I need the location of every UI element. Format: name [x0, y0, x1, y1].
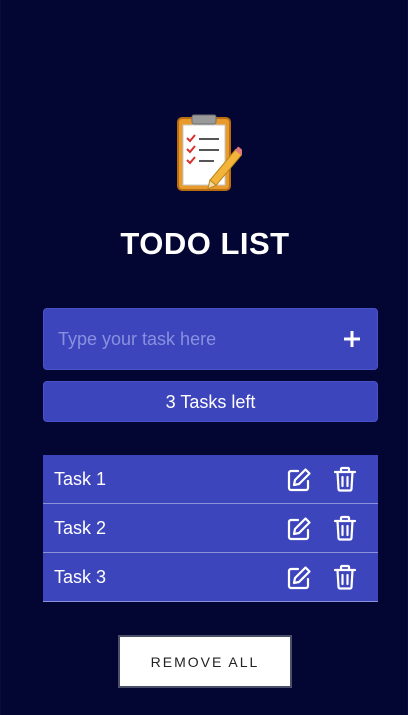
page-title: TODO LIST — [120, 226, 290, 261]
add-task-button[interactable] — [337, 324, 367, 354]
task-input[interactable] — [44, 309, 334, 369]
list-item: Task 1 — [43, 455, 378, 504]
remove-all-button[interactable]: REMOVE ALL — [118, 635, 292, 688]
clipboard-checklist-icon — [172, 112, 245, 196]
list-item: Task 3 — [43, 553, 378, 602]
list-item: Task 2 — [43, 504, 378, 553]
task-label: Task 1 — [54, 469, 107, 489]
edit-icon[interactable] — [286, 467, 312, 493]
trash-icon[interactable] — [333, 564, 357, 590]
trash-icon[interactable] — [333, 515, 357, 541]
task-input-container — [43, 308, 378, 370]
plus-icon — [344, 331, 360, 347]
edit-icon[interactable] — [286, 516, 312, 542]
app-container: TODO LIST 3 Tasks left Task 1 — [0, 0, 408, 715]
trash-icon[interactable] — [333, 466, 357, 492]
edit-icon[interactable] — [286, 565, 312, 591]
task-list: Task 1 Task 2 Task 3 — [43, 455, 378, 602]
task-label: Task 2 — [54, 518, 107, 538]
tasks-left-counter: 3 Tasks left — [43, 381, 378, 422]
task-label: Task 3 — [54, 567, 107, 587]
